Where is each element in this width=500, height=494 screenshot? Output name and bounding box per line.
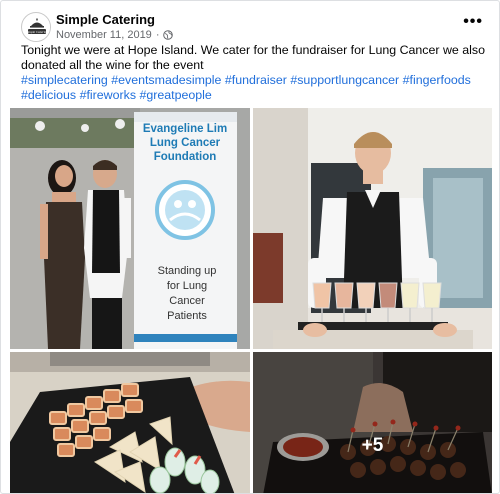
hashtag-link[interactable]: #fingerfoods bbox=[403, 73, 471, 87]
page-name-link[interactable]: Simple Catering bbox=[56, 12, 155, 27]
post-meta: November 11, 2019 · bbox=[56, 29, 174, 41]
ellipsis-icon[interactable]: ••• bbox=[463, 14, 483, 30]
avatar-logo-text: Simple Catering bbox=[26, 30, 48, 34]
hashtag-link[interactable]: #delicious bbox=[21, 88, 76, 102]
photo-grid: Evangeline Lim Lung Cancer Foundation St… bbox=[10, 108, 492, 493]
banner-tagline-line1: Standing up bbox=[158, 265, 217, 277]
banner-title-line2: Lung Cancer bbox=[150, 137, 221, 149]
post-text: Tonight we were at Hope Island. We cater… bbox=[21, 43, 491, 103]
post-body: Tonight we were at Hope Island. We cater… bbox=[21, 43, 485, 72]
hashtag-list: #simplecatering #eventsmadesimple #fundr… bbox=[21, 73, 471, 102]
facebook-post: Simple Catering Simple Catering November… bbox=[0, 0, 500, 494]
photo-waiter-glasses[interactable] bbox=[253, 108, 492, 349]
catering-logo-icon: Simple Catering bbox=[23, 14, 50, 41]
hashtag-link[interactable]: #fundraiser bbox=[225, 73, 287, 87]
hashtag-link[interactable]: #fireworks bbox=[80, 88, 136, 102]
meta-separator: · bbox=[155, 29, 160, 41]
more-photos-count: +5 bbox=[361, 434, 384, 456]
banner-title-line3: Foundation bbox=[154, 151, 217, 163]
hashtag-link[interactable]: #simplecatering bbox=[21, 73, 108, 87]
more-photos-overlay[interactable]: +5 bbox=[253, 352, 492, 493]
photo-couple-banner[interactable]: Evangeline Lim Lung Cancer Foundation St… bbox=[10, 108, 250, 349]
hashtag-link[interactable]: #greatpeople bbox=[139, 88, 211, 102]
banner-tagline-line3: Cancer bbox=[169, 295, 205, 307]
photo-food-platter[interactable] bbox=[10, 352, 250, 493]
banner-tagline-line4: Patients bbox=[167, 310, 207, 322]
hashtag-link[interactable]: #supportlungcancer bbox=[290, 73, 399, 87]
photo-skewer-bites[interactable]: +5 bbox=[253, 352, 492, 493]
banner-tagline-line2: for Lung bbox=[167, 280, 207, 292]
page-avatar[interactable]: Simple Catering bbox=[21, 12, 51, 42]
post-header: Simple Catering Simple Catering November… bbox=[21, 11, 491, 43]
globe-icon bbox=[163, 30, 174, 40]
banner-title-line1: Evangeline Lim bbox=[143, 123, 227, 135]
post-date[interactable]: November 11, 2019 bbox=[56, 29, 152, 41]
hashtag-link[interactable]: #eventsmadesimple bbox=[111, 73, 221, 87]
